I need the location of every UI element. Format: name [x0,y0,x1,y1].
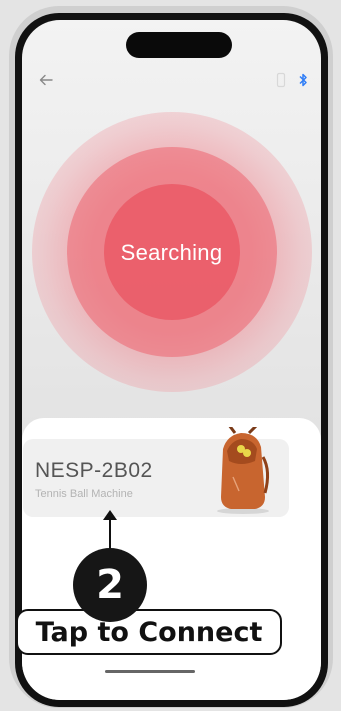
step-number-badge: 2 [73,548,147,622]
arrow-left-icon[interactable] [38,72,54,88]
home-indicator[interactable] [105,670,195,673]
tap-to-connect-callout: Tap to Connect [16,609,282,655]
device-card[interactable]: NESP-2B02 Tennis Ball Machine [23,427,289,517]
status-icons [275,72,309,88]
phone-icon [276,72,286,88]
device-name: NESP-2B02 [35,459,153,482]
bluetooth-icon [299,73,307,87]
device-type: Tennis Ball Machine [35,488,133,500]
searching-label: Searching [120,240,223,265]
app-screen: Searching [22,20,321,700]
tennis-ball-machine-bag-image [217,427,270,514]
dynamic-island [126,32,232,58]
callout-pointer-line [109,518,111,552]
